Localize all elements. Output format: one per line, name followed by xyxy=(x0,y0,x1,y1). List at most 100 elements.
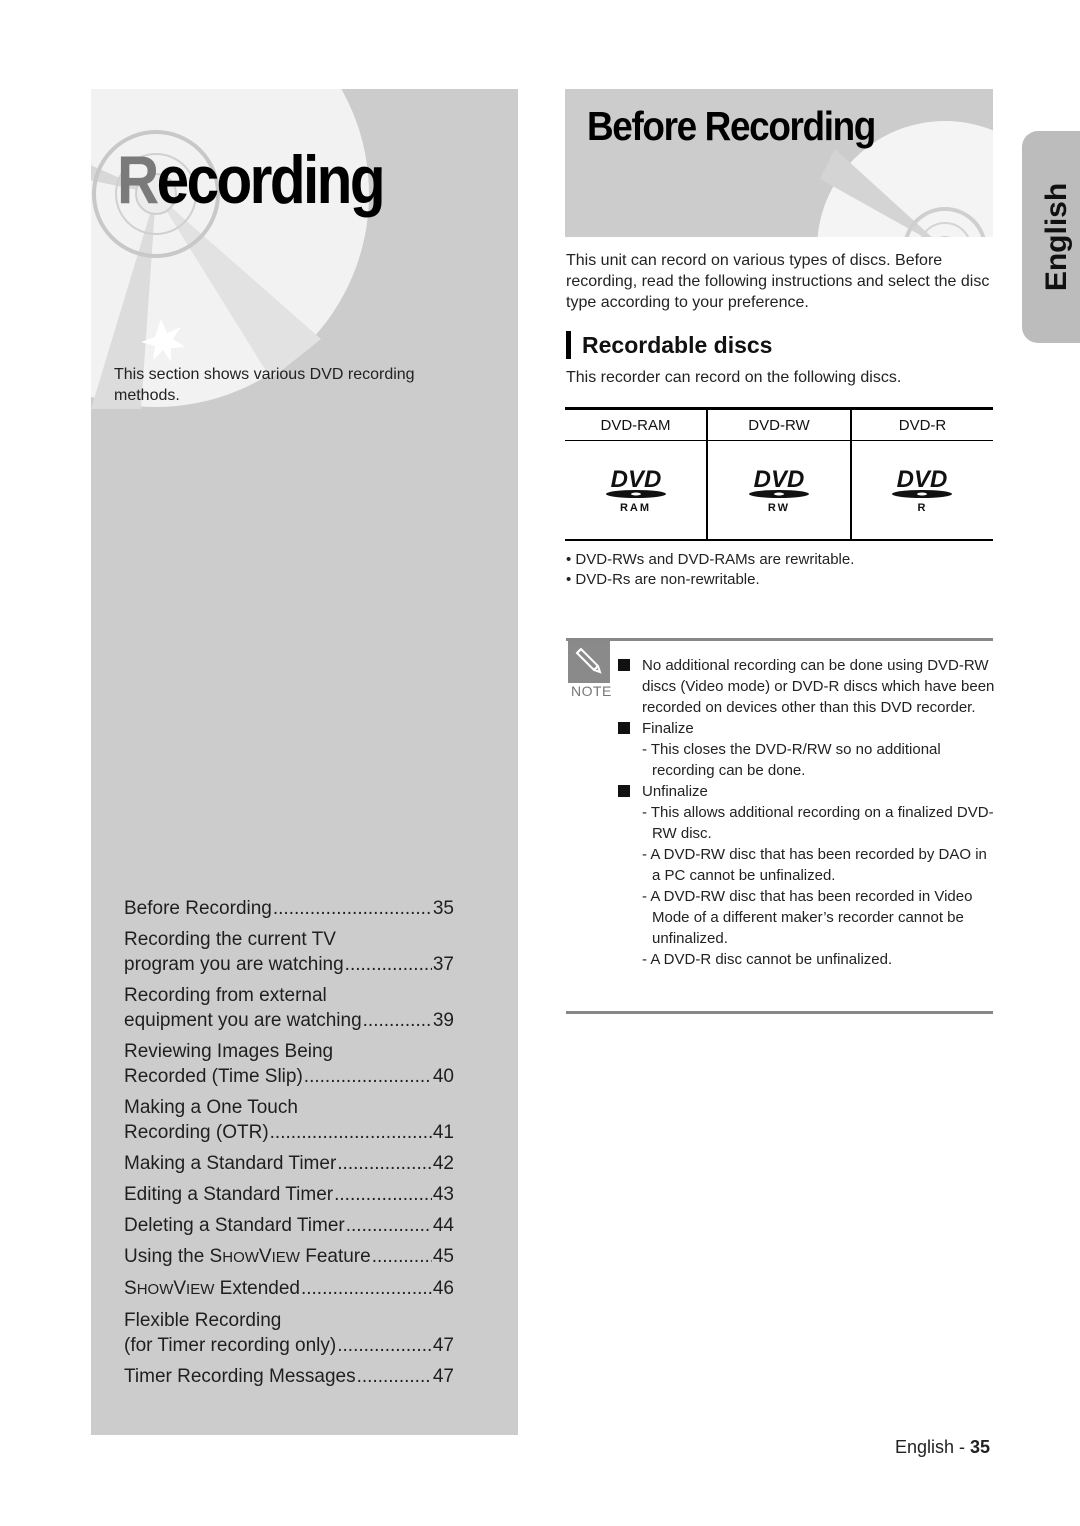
toc-page-number: 46 xyxy=(432,1278,454,1299)
toc-leader xyxy=(346,1213,432,1238)
section-intro: This unit can record on various types of… xyxy=(566,252,990,311)
square-bullet-icon xyxy=(618,785,630,797)
toc-entry-title: Recording (OTR) xyxy=(124,1122,269,1143)
heading-bar xyxy=(566,331,571,359)
disc-header-dvd-r: DVD-R xyxy=(849,407,993,441)
toc-entry-title: Recording the current TV xyxy=(124,929,336,950)
toc-entry-title: Recorded (Time Slip) xyxy=(124,1066,303,1087)
toc-entry[interactable]: Editing a Standard Timer 43 xyxy=(124,1182,454,1207)
disc-graphic-icon xyxy=(91,89,369,409)
note-sub-item: - This allows additional recording on a … xyxy=(642,804,994,842)
toc-leader xyxy=(337,1333,432,1358)
disc-type-table: DVD-RAM DVD-RW DVD-R DVD RAM DVD RW DVD … xyxy=(565,407,993,541)
toc-entry[interactable]: Making a One Touch Recording (OTR) 41 xyxy=(124,1095,454,1145)
square-bullet-icon xyxy=(618,659,630,671)
toc-entry[interactable]: Before Recording 35 xyxy=(124,896,454,921)
note-sub-item: - This closes the DVD-R/RW so no additio… xyxy=(642,741,941,779)
note-item: Unfinalize xyxy=(618,781,998,802)
toc-leader xyxy=(301,1276,432,1302)
toc-entry-title: Making a One Touch xyxy=(124,1097,298,1118)
square-bullet-icon xyxy=(618,722,630,734)
svg-text:DVD: DVD xyxy=(610,466,661,493)
dvd-logo-icon: DVD R xyxy=(887,465,957,514)
page-number: English - 35 xyxy=(895,1437,991,1457)
page-title: Before Recording xyxy=(587,103,876,149)
toc-entry-title: equipment you are watching xyxy=(124,1010,362,1031)
note-sub-item: - A DVD-RW disc that has been recorded i… xyxy=(642,888,973,947)
toc-entry[interactable]: Recording from external equipment you are… xyxy=(124,983,454,1033)
disc-cell-dvd-ram: DVD RAM xyxy=(565,440,708,541)
toc-page-number: 41 xyxy=(432,1122,454,1143)
toc-page-number: 35 xyxy=(432,898,454,919)
toc-entry-title: Using the SHOWVIEW Feature xyxy=(124,1246,371,1267)
toc-entry-title: Flexible Recording xyxy=(124,1310,282,1331)
toc-entry[interactable]: SHOWVIEW Extended 46 xyxy=(124,1276,454,1302)
toc-page-number: 47 xyxy=(432,1366,454,1387)
toc-page-number: 47 xyxy=(432,1335,454,1356)
chapter-intro: This section shows various DVD recording… xyxy=(114,366,415,404)
toc-leader xyxy=(345,952,432,977)
disc-header-dvd-ram: DVD-RAM xyxy=(565,407,708,441)
toc-entry[interactable]: Making a Standard Timer 42 xyxy=(124,1151,454,1176)
toc-page-number: 40 xyxy=(432,1066,454,1087)
toc-entry[interactable]: Timer Recording Messages 47 xyxy=(124,1364,454,1389)
section-header: Before Recording xyxy=(565,89,993,237)
disc-cell-dvd-rw: DVD RW xyxy=(706,440,851,541)
toc-entry-title: Recording from external xyxy=(124,985,327,1006)
chapter-title: Recording xyxy=(117,142,386,218)
table-of-contents: Before Recording 35 Recording the current … xyxy=(124,896,454,1395)
toc-entry[interactable]: Reviewing Images Being Recorded (Time Sli… xyxy=(124,1039,454,1089)
toc-page-number: 45 xyxy=(432,1246,454,1267)
toc-entry[interactable]: Using the SHOWVIEW Feature 45 xyxy=(124,1244,454,1270)
toc-entry-title: Timer Recording Messages xyxy=(124,1366,356,1387)
list-item: • DVD-Rs are non-rewritable. xyxy=(566,571,760,588)
toc-page-number: 44 xyxy=(432,1215,454,1236)
toc-entry[interactable]: Deleting a Standard Timer 44 xyxy=(124,1213,454,1238)
note-text: Unfinalize xyxy=(642,783,708,800)
toc-leader xyxy=(273,896,432,921)
note-sub-item: - A DVD-R disc cannot be unfinalized. xyxy=(642,951,893,968)
toc-entry-title: program you are watching xyxy=(124,954,344,975)
toc-leader xyxy=(304,1064,432,1089)
svg-text:DVD: DVD xyxy=(754,466,805,493)
subsection-intro: This recorder can record on the followin… xyxy=(566,369,902,386)
toc-leader xyxy=(337,1151,432,1176)
toc-entry-title: Reviewing Images Being xyxy=(124,1041,334,1062)
dvd-logo-icon: DVD RW xyxy=(744,465,814,514)
chapter-panel: Recording This section shows various DVD… xyxy=(91,89,518,1435)
toc-leader xyxy=(372,1244,432,1270)
disc-header-dvd-rw: DVD-RW xyxy=(706,407,851,441)
toc-entry-title: Before Recording xyxy=(124,898,272,919)
toc-entry-title: SHOWVIEW Extended xyxy=(124,1278,300,1299)
toc-page-number: 39 xyxy=(432,1010,454,1031)
language-tab: English xyxy=(1022,131,1080,343)
dvd-logo-icon: DVD RAM xyxy=(601,465,671,514)
toc-leader xyxy=(334,1182,432,1207)
pencil-icon xyxy=(568,641,610,683)
toc-entry[interactable]: Recording the current TV program you are … xyxy=(124,927,454,977)
toc-entry-title: Making a Standard Timer xyxy=(124,1153,337,1174)
note-box: NOTE No additional recording can be done… xyxy=(566,638,994,1014)
note-sub-item: - A DVD-RW disc that has been recorded b… xyxy=(642,846,987,884)
disc-cell-dvd-r: DVD R xyxy=(849,440,993,541)
svg-text:DVD: DVD xyxy=(897,466,948,493)
toc-leader xyxy=(363,1008,432,1033)
note-list: No additional recording can be done usin… xyxy=(618,655,998,970)
toc-page-number: 43 xyxy=(432,1184,454,1205)
note-text: No additional recording can be done usin… xyxy=(642,657,995,716)
note-label: NOTE xyxy=(571,683,612,699)
note-item: No additional recording can be done usin… xyxy=(618,655,998,718)
toc-entry-title: Deleting a Standard Timer xyxy=(124,1215,345,1236)
disc-notes-list: • DVD-RWs and DVD-RAMs are rewritable. •… xyxy=(566,550,854,590)
toc-leader xyxy=(357,1364,432,1389)
toc-entry[interactable]: Flexible Recording (for Timer recording o… xyxy=(124,1308,454,1358)
note-text: Finalize xyxy=(642,720,694,737)
toc-page-number: 37 xyxy=(432,954,454,975)
toc-page-number: 42 xyxy=(432,1153,454,1174)
toc-entry-title: (for Timer recording only) xyxy=(124,1335,337,1356)
toc-leader xyxy=(270,1120,432,1145)
list-item: • DVD-RWs and DVD-RAMs are rewritable. xyxy=(566,551,855,568)
note-item: Finalize xyxy=(618,718,998,739)
subsection-heading: Recordable discs xyxy=(566,331,772,359)
toc-entry-title: Editing a Standard Timer xyxy=(124,1184,334,1205)
